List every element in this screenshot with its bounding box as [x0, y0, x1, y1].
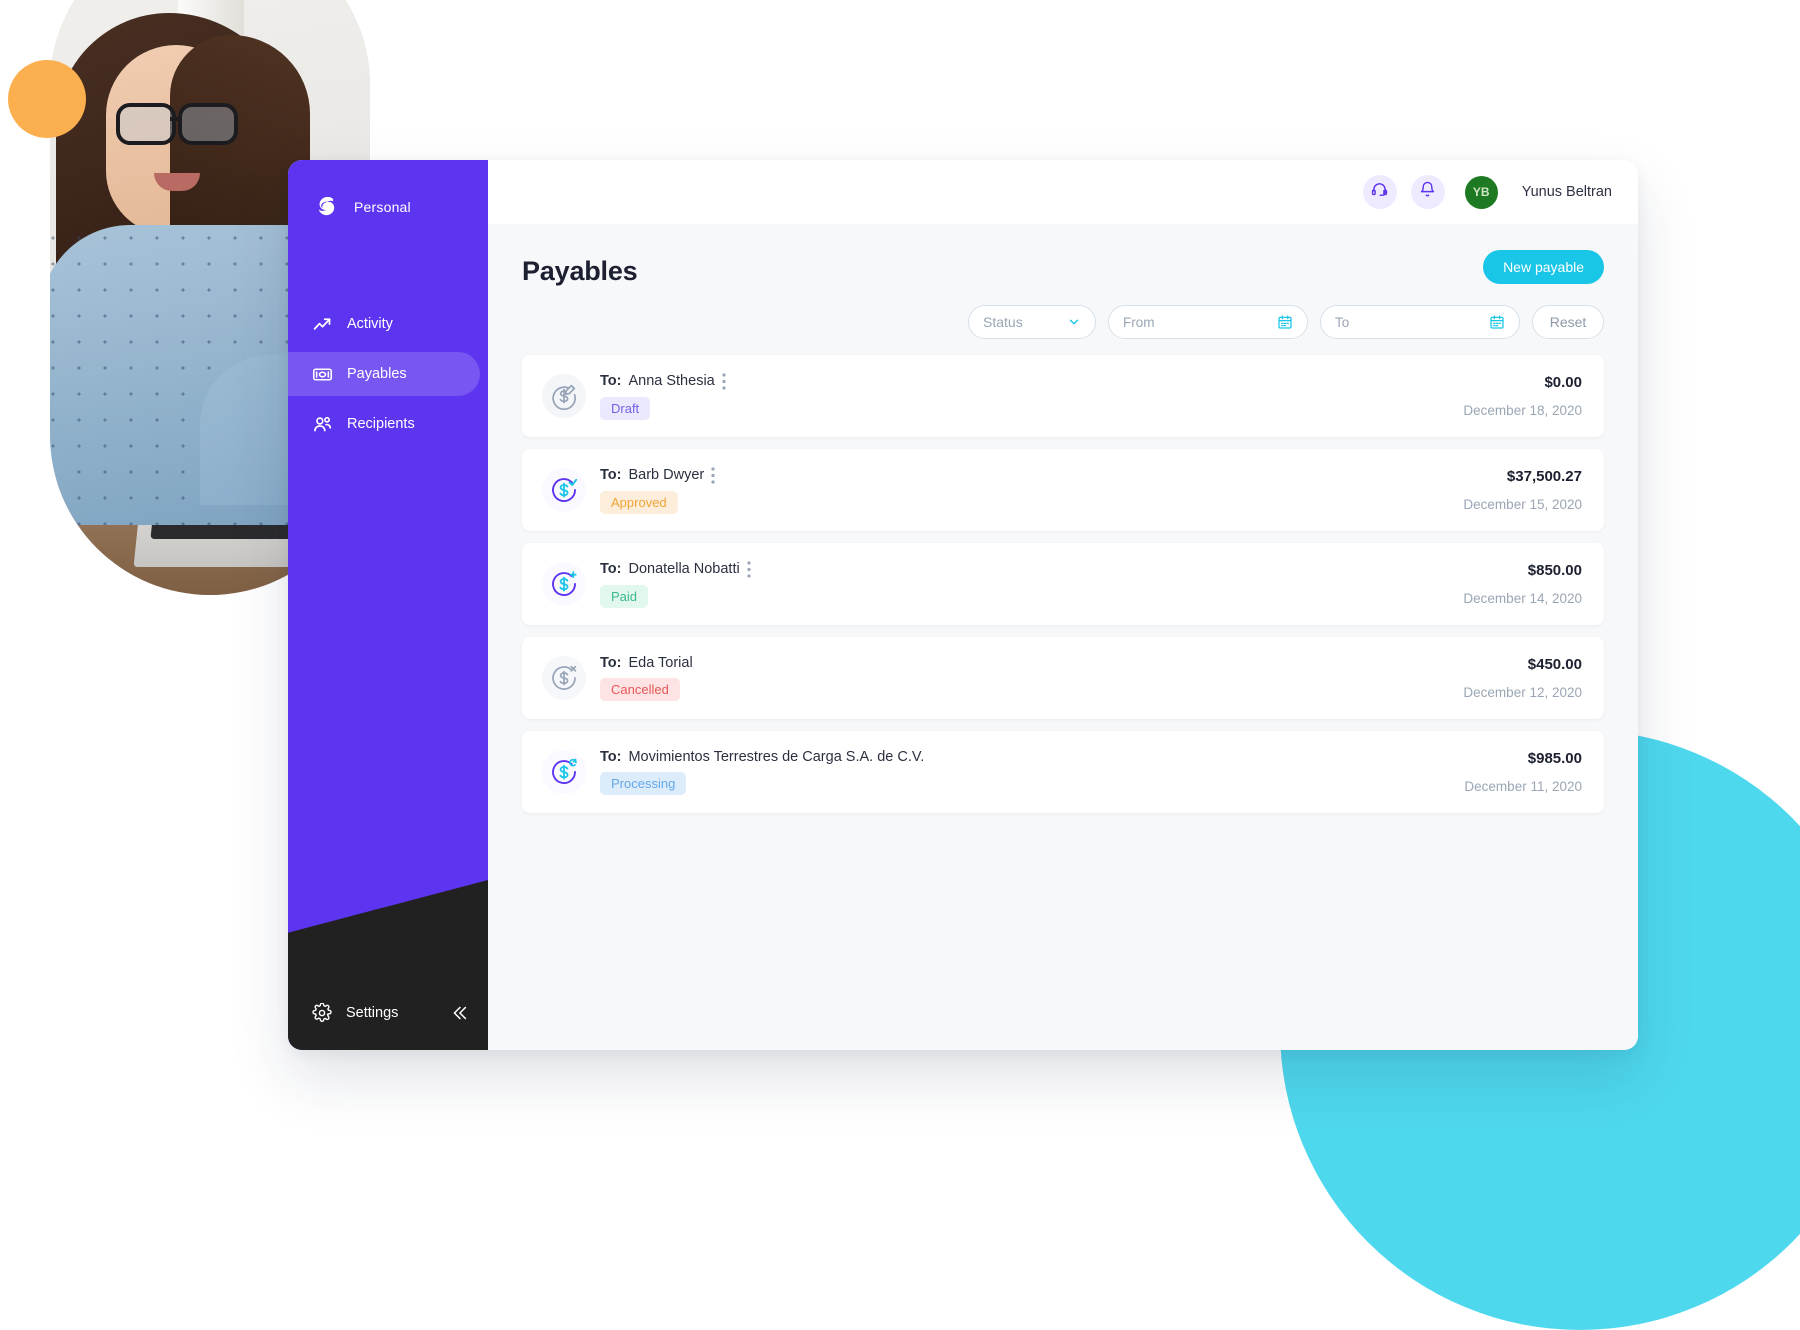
to-prefix: To: — [600, 373, 622, 389]
avatar[interactable]: YB — [1464, 175, 1498, 209]
recipient-line: To: Anna Sthesia — [600, 372, 1463, 390]
recipient-line: To: Donatella Nobatti — [600, 560, 1463, 578]
dollar-circle-x-icon — [542, 656, 586, 700]
brand: Personal — [288, 160, 488, 230]
user-name[interactable]: Yunus Beltran — [1522, 184, 1612, 200]
amount: $0.00 — [1544, 374, 1582, 391]
date: December 15, 2020 — [1463, 497, 1582, 512]
payables-list: To: Anna Sthesia Draft $0.00 December 18… — [522, 355, 1604, 813]
sidebar-item-payables[interactable]: Payables — [288, 352, 480, 396]
bell-icon — [1419, 181, 1436, 203]
status-badge: Processing — [600, 772, 687, 795]
chevron-down-icon — [1067, 315, 1081, 329]
status-filter-label: Status — [983, 314, 1023, 330]
recipient-line: To: Eda Torial — [600, 655, 1463, 671]
sidebar-item-activity[interactable]: Activity — [288, 302, 480, 346]
reset-filters-button[interactable]: Reset — [1532, 305, 1604, 339]
main-area: YB Yunus Beltran Payables New payable St… — [488, 160, 1638, 1050]
settings-label: Settings — [346, 1005, 399, 1021]
recipient-name: Movimientos Terrestres de Carga S.A. de … — [628, 749, 925, 765]
table-row[interactable]: To: Anna Sthesia Draft $0.00 December 18… — [522, 355, 1604, 437]
filter-bar: Status From To Reset — [522, 305, 1604, 339]
sidebar: Personal Activity Payables Recipients Se… — [288, 160, 488, 1050]
status-badge: Draft — [600, 396, 651, 420]
decorative-orange-circle — [8, 60, 86, 138]
date: December 12, 2020 — [1463, 685, 1582, 700]
from-date-placeholder: From — [1123, 314, 1155, 330]
to-prefix: To: — [600, 749, 622, 765]
row-menu-button[interactable] — [747, 560, 751, 578]
double-chevron-left-icon[interactable] — [448, 1002, 470, 1024]
sidebar-item-settings[interactable]: Settings — [288, 976, 488, 1050]
brand-name: Personal — [354, 199, 411, 215]
recipient-line: To: Movimientos Terrestres de Carga S.A.… — [600, 749, 1464, 765]
recipient-name: Barb Dwyer — [628, 467, 705, 483]
top-bar: YB Yunus Beltran — [488, 160, 1638, 224]
people-icon — [312, 414, 333, 435]
date: December 18, 2020 — [1463, 403, 1582, 418]
page-title: Payables — [522, 256, 638, 286]
gear-icon — [312, 1002, 332, 1023]
calendar-icon[interactable] — [1489, 314, 1505, 330]
table-row[interactable]: To: Movimientos Terrestres de Carga S.A.… — [522, 731, 1604, 813]
date: December 14, 2020 — [1463, 591, 1582, 606]
sidebar-item-recipients[interactable]: Recipients — [288, 402, 480, 446]
row-menu-button[interactable] — [722, 372, 726, 390]
amount: $985.00 — [1527, 750, 1582, 767]
to-prefix: To: — [600, 655, 622, 671]
trend-up-icon — [312, 314, 333, 335]
from-date-input[interactable]: From — [1108, 305, 1308, 339]
amount: $450.00 — [1527, 656, 1582, 673]
amount: $37,500.27 — [1506, 468, 1582, 485]
new-payable-button[interactable]: New payable — [1483, 250, 1604, 284]
recipient-name: Donatella Nobatti — [628, 561, 740, 577]
calendar-icon[interactable] — [1277, 314, 1293, 330]
date: December 11, 2020 — [1464, 779, 1582, 794]
sidebar-item-label: Recipients — [347, 416, 415, 432]
page-content: Payables New payable Status From To Rese… — [488, 224, 1638, 1050]
table-row[interactable]: To: Eda Torial Cancelled $450.00 Decembe… — [522, 637, 1604, 719]
status-filter-select[interactable]: Status — [968, 305, 1096, 339]
table-row[interactable]: To: Donatella Nobatti Paid $850.00 Decem… — [522, 543, 1604, 625]
recipient-name: Anna Sthesia — [628, 373, 715, 389]
sidebar-item-label: Payables — [347, 366, 407, 382]
to-date-input[interactable]: To — [1320, 305, 1520, 339]
status-badge: Cancelled — [600, 678, 680, 701]
amount: $850.00 — [1527, 562, 1582, 579]
recipient-name: Eda Torial — [628, 655, 693, 671]
status-badge: Approved — [600, 490, 678, 514]
dollar-circle-paid-icon — [542, 562, 586, 606]
support-button[interactable] — [1362, 175, 1397, 209]
sidebar-item-label: Activity — [347, 316, 393, 332]
dollar-circle-refresh-icon — [542, 750, 586, 794]
dollar-circle-pencil-icon — [542, 374, 586, 418]
app-window: Personal Activity Payables Recipients Se… — [288, 160, 1638, 1050]
headset-icon — [1371, 181, 1388, 203]
page-header: Payables New payable — [522, 250, 1604, 287]
sidebar-nav: Activity Payables Recipients — [288, 302, 488, 446]
table-row[interactable]: To: Barb Dwyer Approved $37,500.27 Decem… — [522, 449, 1604, 531]
row-menu-button[interactable] — [711, 466, 715, 484]
banknote-icon — [312, 364, 333, 385]
recipient-line: To: Barb Dwyer — [600, 466, 1463, 484]
to-date-placeholder: To — [1335, 314, 1350, 330]
status-badge: Paid — [600, 584, 649, 608]
notifications-button[interactable] — [1410, 175, 1445, 209]
dollar-circle-check-icon — [542, 468, 586, 512]
s-logo-icon — [312, 192, 342, 222]
to-prefix: To: — [600, 467, 622, 483]
to-prefix: To: — [600, 561, 622, 577]
